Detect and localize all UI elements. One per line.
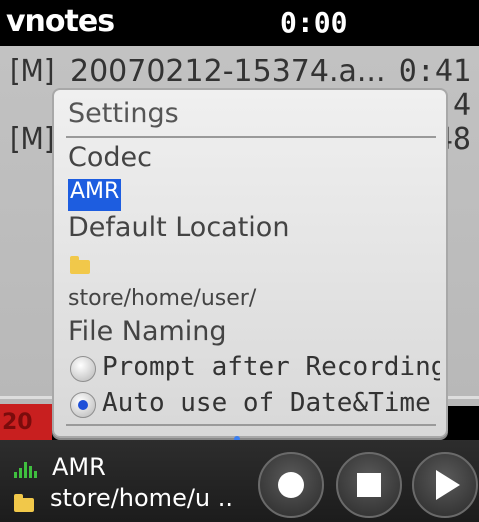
option-label: Auto use of Date&Time xyxy=(102,388,431,418)
current-codec: AMR xyxy=(52,453,106,481)
title-divider xyxy=(66,136,436,138)
folder-icon[interactable] xyxy=(70,256,90,274)
stop-icon xyxy=(357,473,381,497)
file-naming-label: File Naming xyxy=(68,316,227,347)
dialog-title: Settings xyxy=(68,98,179,129)
bottom-bar: AMR store/home/u .. xyxy=(0,440,479,522)
play-button[interactable] xyxy=(412,452,478,518)
codec-option[interactable]: AMR xyxy=(68,179,122,211)
codec-label: Codec xyxy=(68,142,152,173)
play-icon xyxy=(436,470,460,500)
naming-option-prompt[interactable]: Prompt after Recording xyxy=(70,352,440,386)
app-title: vnotes xyxy=(6,4,115,39)
header-bar: vnotes 0:00 xyxy=(0,0,479,46)
current-path: store/home/u .. xyxy=(50,484,234,512)
radio-selected-icon[interactable] xyxy=(70,392,96,418)
device-screen: vnotes 0:00 [M] 20070212-15374.a... 0:41… xyxy=(0,0,479,522)
item-tag: [M] xyxy=(10,122,55,157)
folder-icon xyxy=(14,494,34,512)
bottom-divider xyxy=(66,424,436,426)
naming-option-auto[interactable]: Auto use of Date&Time xyxy=(70,388,440,422)
settings-dialog: Settings Codec AMR Default Location stor… xyxy=(52,88,448,442)
radio-icon[interactable] xyxy=(70,356,96,382)
option-label: Prompt after Recording xyxy=(102,352,440,382)
record-button[interactable] xyxy=(258,452,324,518)
signal-icon xyxy=(14,460,38,478)
background-fragment: 20 xyxy=(2,410,33,435)
stop-button[interactable] xyxy=(336,452,402,518)
location-path[interactable]: store/home/user/ xyxy=(68,286,256,311)
recording-timer: 0:00 xyxy=(280,6,348,39)
record-icon xyxy=(278,472,304,498)
default-location-label: Default Location xyxy=(68,212,290,243)
